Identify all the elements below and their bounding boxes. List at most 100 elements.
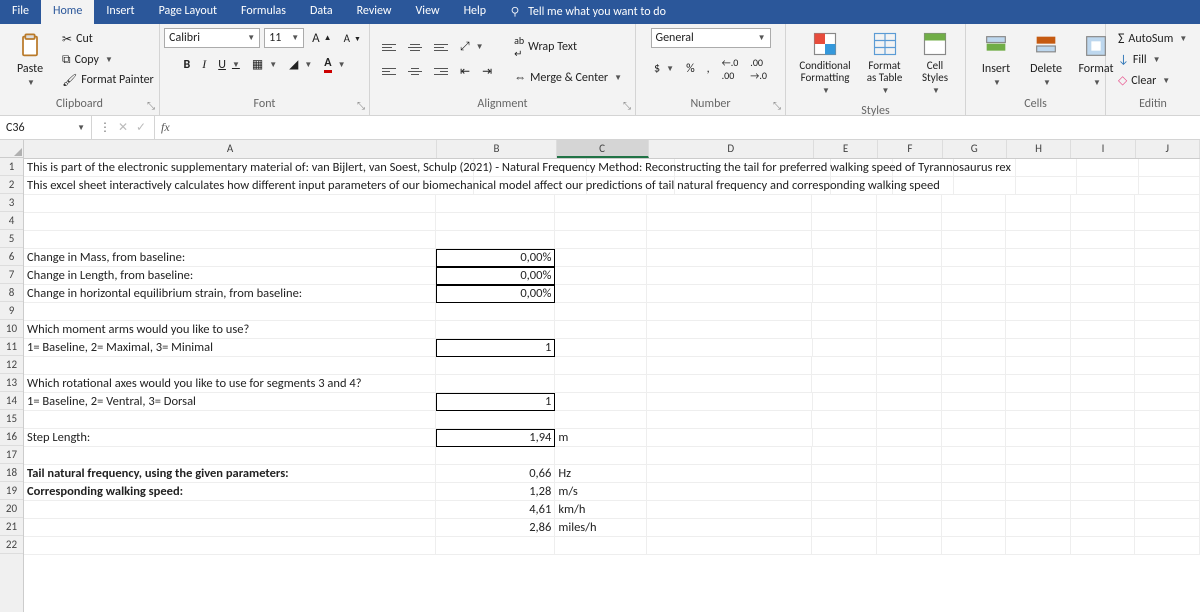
cell-I2[interactable] <box>1077 177 1138 195</box>
cell-B6[interactable]: 0,00% <box>436 249 556 267</box>
cell-styles-button[interactable]: Cell Styles▼ <box>913 28 957 98</box>
cell-I16[interactable] <box>1071 429 1136 447</box>
col-header-E[interactable]: E <box>814 140 878 158</box>
italic-button[interactable]: I <box>198 55 210 74</box>
cell-A1[interactable]: This is part of the electronic supplemen… <box>24 159 474 177</box>
cell-D21[interactable] <box>647 519 812 537</box>
cell-A20[interactable] <box>24 501 436 519</box>
cell-E14[interactable] <box>813 393 878 411</box>
row-header-4[interactable]: 4 <box>0 212 23 230</box>
row-header-12[interactable]: 12 <box>0 356 23 374</box>
paste-button[interactable]: Paste ▼ <box>8 30 52 90</box>
cell-J6[interactable] <box>1135 249 1200 267</box>
cell-E22[interactable] <box>812 537 877 555</box>
cell-I10[interactable] <box>1071 321 1136 339</box>
cell-A21[interactable] <box>24 519 436 537</box>
accounting-format-button[interactable]: $▼ <box>650 60 678 78</box>
col-header-I[interactable]: I <box>1071 140 1135 158</box>
col-header-A[interactable]: A <box>24 140 437 158</box>
cut-button[interactable]: ✂Cut <box>58 30 158 49</box>
row-header-8[interactable]: 8 <box>0 284 23 302</box>
cell-E3[interactable] <box>812 195 877 213</box>
cell-G3[interactable] <box>942 195 1007 213</box>
cell-C5[interactable] <box>555 231 647 249</box>
cell-C4[interactable] <box>555 213 647 231</box>
cell-C13[interactable] <box>555 375 647 393</box>
cell-F4[interactable] <box>877 213 942 231</box>
cell-F5[interactable] <box>877 231 942 249</box>
tab-help[interactable]: Help <box>452 0 499 24</box>
col-header-H[interactable]: H <box>1007 140 1071 158</box>
cell-D5[interactable] <box>647 231 812 249</box>
cell-I20[interactable] <box>1071 501 1136 519</box>
cell-A22[interactable] <box>24 537 436 555</box>
cell-B11[interactable]: 1 <box>436 339 556 357</box>
align-middle-button[interactable] <box>404 38 426 56</box>
cell-D9[interactable] <box>647 303 812 321</box>
cell-G11[interactable] <box>942 339 1007 357</box>
cell-E13[interactable] <box>812 375 877 393</box>
col-header-J[interactable]: J <box>1136 140 1200 158</box>
cell-F20[interactable] <box>877 501 942 519</box>
cell-G10[interactable] <box>942 321 1007 339</box>
cell-B17[interactable] <box>436 447 555 465</box>
cell-J1[interactable] <box>1139 159 1200 177</box>
autosum-button[interactable]: ΣAutoSum▼ <box>1114 28 1191 49</box>
row-header-15[interactable]: 15 <box>0 410 23 428</box>
cell-E18[interactable] <box>812 465 877 483</box>
cell-E16[interactable] <box>813 429 878 447</box>
enter-formula-button[interactable]: ✓ <box>134 120 148 135</box>
cell-B7[interactable]: 0,00% <box>436 267 556 285</box>
cell-I6[interactable] <box>1071 249 1136 267</box>
cell-A11[interactable]: 1= Baseline, 2= Maximal, 3= Minimal <box>24 339 436 357</box>
cell-H5[interactable] <box>1006 231 1071 249</box>
cell-A2[interactable]: This excel sheet interactively calculate… <box>24 177 474 195</box>
cell-H10[interactable] <box>1006 321 1071 339</box>
cell-F19[interactable] <box>877 483 942 501</box>
cell-H4[interactable] <box>1006 213 1071 231</box>
cell-G9[interactable] <box>942 303 1007 321</box>
cell-B10[interactable] <box>436 321 555 339</box>
cell-E21[interactable] <box>812 519 877 537</box>
cell-H11[interactable] <box>1006 339 1071 357</box>
bold-button[interactable]: B <box>180 56 195 74</box>
cell-F7[interactable] <box>877 267 942 285</box>
cell-D4[interactable] <box>647 213 812 231</box>
cell-J14[interactable] <box>1135 393 1200 411</box>
row-header-5[interactable]: 5 <box>0 230 23 248</box>
tab-formulas[interactable]: Formulas <box>229 0 298 24</box>
cell-B5[interactable] <box>436 231 555 249</box>
cell-I14[interactable] <box>1071 393 1136 411</box>
cell-C20[interactable]: km/h <box>555 501 647 519</box>
cell-I11[interactable] <box>1071 339 1136 357</box>
cell-F8[interactable] <box>877 285 942 303</box>
cell-D20[interactable] <box>647 501 812 519</box>
cell-C17[interactable] <box>555 447 647 465</box>
select-all-corner[interactable] <box>0 140 24 158</box>
cell-I1[interactable] <box>1077 159 1138 177</box>
cell-G8[interactable] <box>942 285 1007 303</box>
cell-A12[interactable] <box>24 357 436 375</box>
cell-G13[interactable] <box>942 375 1007 393</box>
cell-E6[interactable] <box>813 249 878 267</box>
cell-J12[interactable] <box>1135 357 1200 375</box>
cell-D6[interactable] <box>647 249 812 267</box>
cell-H15[interactable] <box>1006 411 1071 429</box>
cell-F13[interactable] <box>877 375 942 393</box>
row-header-9[interactable]: 9 <box>0 302 23 320</box>
cell-I9[interactable] <box>1071 303 1136 321</box>
cell-J10[interactable] <box>1135 321 1200 339</box>
tab-view[interactable]: View <box>404 0 452 24</box>
cell-I22[interactable] <box>1071 537 1136 555</box>
cell-F9[interactable] <box>877 303 942 321</box>
cell-C9[interactable] <box>555 303 647 321</box>
cell-H17[interactable] <box>1006 447 1071 465</box>
cell-H13[interactable] <box>1006 375 1071 393</box>
underline-button[interactable]: U▼ <box>214 56 244 74</box>
cell-E10[interactable] <box>812 321 877 339</box>
cell-D17[interactable] <box>647 447 812 465</box>
cell-H6[interactable] <box>1006 249 1071 267</box>
cell-D14[interactable] <box>647 393 812 411</box>
cell-G15[interactable] <box>942 411 1007 429</box>
cell-I21[interactable] <box>1071 519 1136 537</box>
